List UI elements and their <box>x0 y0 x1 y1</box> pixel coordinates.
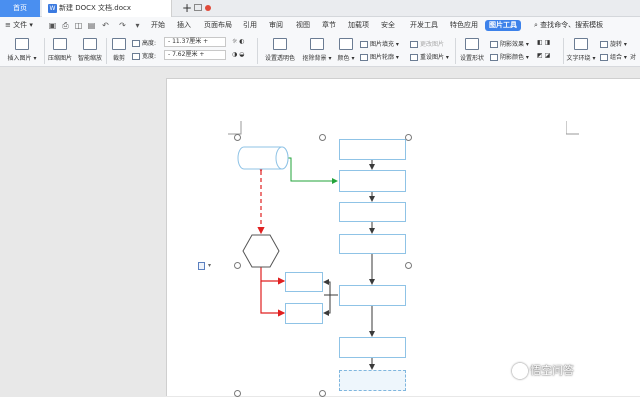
flow-box-1[interactable] <box>339 139 406 160</box>
red-connector <box>260 281 286 317</box>
flow-box-5[interactable] <box>339 285 406 306</box>
hexagon-shape[interactable] <box>242 234 280 268</box>
watermark: 悟空问答 <box>512 362 574 382</box>
watermark-text: 悟空问答 <box>530 364 574 377</box>
dark-connector <box>323 295 331 316</box>
flow-box-2[interactable] <box>339 170 406 192</box>
dark-connector <box>323 279 338 296</box>
flowchart-canvas <box>237 146 375 370</box>
watermark-logo-icon <box>512 363 528 379</box>
selection-handle[interactable] <box>405 262 412 269</box>
selection-handle[interactable] <box>234 134 241 141</box>
selection-handle[interactable] <box>405 134 412 141</box>
red-connector <box>260 267 286 285</box>
flow-box-4[interactable] <box>339 234 406 254</box>
selection-handle[interactable] <box>234 262 241 269</box>
flow-box-6[interactable] <box>339 337 406 358</box>
green-connector <box>288 157 338 184</box>
flow-box-7[interactable] <box>339 370 406 391</box>
flow-box-3[interactable] <box>339 202 406 222</box>
small-box-1[interactable] <box>285 272 323 292</box>
cylinder-shape[interactable] <box>237 146 289 170</box>
selection-handle[interactable] <box>319 134 326 141</box>
small-box-2[interactable] <box>285 303 323 324</box>
